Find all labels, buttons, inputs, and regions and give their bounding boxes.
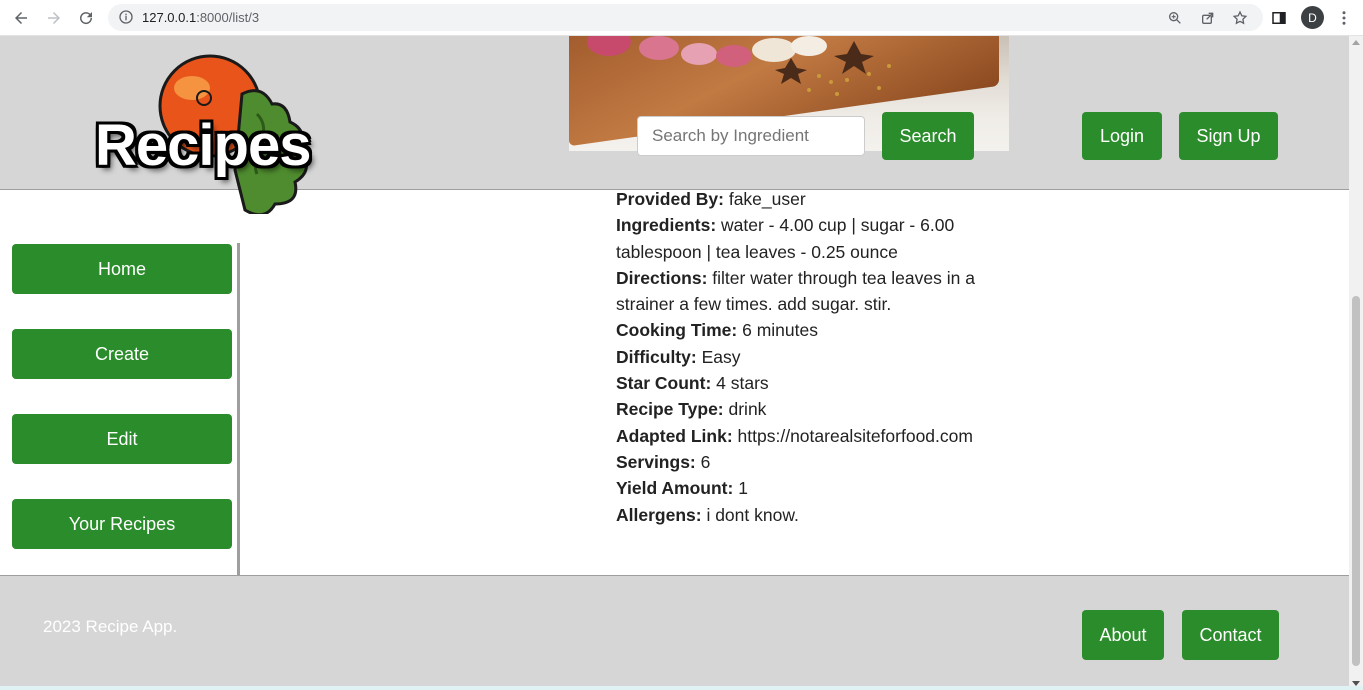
servings-value: 6 bbox=[700, 451, 711, 472]
zoom-icon[interactable] bbox=[1166, 9, 1184, 27]
adapted-link-row: Adapted Link: https://notarealsiteforfoo… bbox=[616, 423, 976, 449]
search-button[interactable]: Search bbox=[882, 112, 974, 160]
allergens-row: Allergens: i dont know. bbox=[616, 502, 976, 528]
recipe-type-row: Recipe Type: drink bbox=[616, 396, 976, 422]
ingredients-row: Ingredients: water - 4.00 cup | sugar - … bbox=[616, 212, 976, 265]
cooking-time-label: Cooking Time: bbox=[616, 320, 738, 341]
sidebar-item-your-recipes[interactable]: Your Recipes bbox=[12, 499, 232, 549]
directions-row: Directions: filter water through tea lea… bbox=[616, 265, 976, 318]
url-path: :8000/list/3 bbox=[196, 10, 260, 25]
directions-label: Directions: bbox=[616, 267, 708, 288]
cooking-time-row: Cooking Time: 6 minutes bbox=[616, 317, 976, 343]
search-input[interactable] bbox=[637, 116, 865, 156]
allergens-label: Allergens: bbox=[616, 504, 702, 525]
allergens-value: i dont know. bbox=[706, 504, 799, 525]
signup-button[interactable]: Sign Up bbox=[1179, 112, 1278, 160]
back-icon[interactable] bbox=[9, 6, 33, 30]
difficulty-row: Difficulty: Easy bbox=[616, 344, 976, 370]
ingredients-label: Ingredients: bbox=[616, 215, 717, 236]
share-icon[interactable] bbox=[1199, 9, 1217, 27]
side-panel-icon[interactable] bbox=[1267, 6, 1291, 30]
cooking-time-value: 6 minutes bbox=[742, 320, 818, 341]
difficulty-value: Easy bbox=[701, 346, 741, 367]
logo-text: Recipes bbox=[95, 113, 311, 178]
recipe-details: Provided By: fake_user Ingredients: wate… bbox=[616, 186, 976, 528]
adapted-link-label: Adapted Link: bbox=[616, 425, 733, 446]
yield-value: 1 bbox=[738, 478, 748, 499]
star-count-value: 4 stars bbox=[716, 373, 769, 394]
scroll-thumb[interactable] bbox=[1352, 296, 1360, 666]
servings-row: Servings: 6 bbox=[616, 449, 976, 475]
yield-row: Yield Amount: 1 bbox=[616, 475, 976, 501]
bookmark-star-icon[interactable] bbox=[1231, 9, 1249, 27]
reload-icon[interactable] bbox=[74, 6, 98, 30]
profile-avatar[interactable]: D bbox=[1301, 6, 1324, 29]
provided-by-label: Provided By: bbox=[616, 189, 724, 209]
browser-toolbar: 127.0.0.1:8000/list/3 D bbox=[0, 0, 1363, 36]
adapted-link-value: https://notarealsiteforfood.com bbox=[737, 425, 973, 446]
recipe-type-value: drink bbox=[728, 399, 767, 420]
page-scrollbar[interactable] bbox=[1349, 36, 1363, 690]
servings-label: Servings: bbox=[616, 451, 696, 472]
sidebar-item-create[interactable]: Create bbox=[12, 329, 232, 379]
provided-by-row: Provided By: fake_user bbox=[616, 186, 976, 212]
site-header: Recipes Search Login Sign Up bbox=[0, 36, 1349, 214]
difficulty-label: Difficulty: bbox=[616, 346, 697, 367]
yield-label: Yield Amount: bbox=[616, 478, 734, 499]
star-count-label: Star Count: bbox=[616, 373, 712, 394]
page-viewport: Recipes Search Login Sign Up Home Create… bbox=[0, 36, 1349, 690]
more-menu-icon[interactable] bbox=[1332, 6, 1356, 30]
contact-button[interactable]: Contact bbox=[1182, 610, 1279, 660]
login-button[interactable]: Login bbox=[1082, 112, 1162, 160]
site-logo[interactable]: Recipes bbox=[92, 54, 332, 214]
sidebar-item-edit[interactable]: Edit bbox=[12, 414, 232, 464]
sidebar-item-home[interactable]: Home bbox=[12, 244, 232, 294]
window-bottom-edge bbox=[0, 686, 1363, 690]
star-count-row: Star Count: 4 stars bbox=[616, 370, 976, 396]
site-info-icon[interactable] bbox=[118, 9, 134, 25]
sidebar-divider bbox=[237, 243, 240, 583]
site-footer: 2023 Recipe App. About Contact bbox=[0, 575, 1349, 690]
about-button[interactable]: About bbox=[1082, 610, 1164, 660]
scroll-up-arrow-icon[interactable] bbox=[1352, 40, 1360, 45]
url-text: 127.0.0.1:8000/list/3 bbox=[142, 10, 259, 25]
forward-icon[interactable] bbox=[42, 6, 66, 30]
provided-by-value: fake_user bbox=[728, 189, 806, 209]
recipe-type-label: Recipe Type: bbox=[616, 399, 724, 420]
copyright-text: 2023 Recipe App. bbox=[43, 617, 178, 636]
url-host: 127.0.0.1 bbox=[142, 10, 197, 25]
address-bar[interactable]: 127.0.0.1:8000/list/3 bbox=[108, 4, 1263, 31]
